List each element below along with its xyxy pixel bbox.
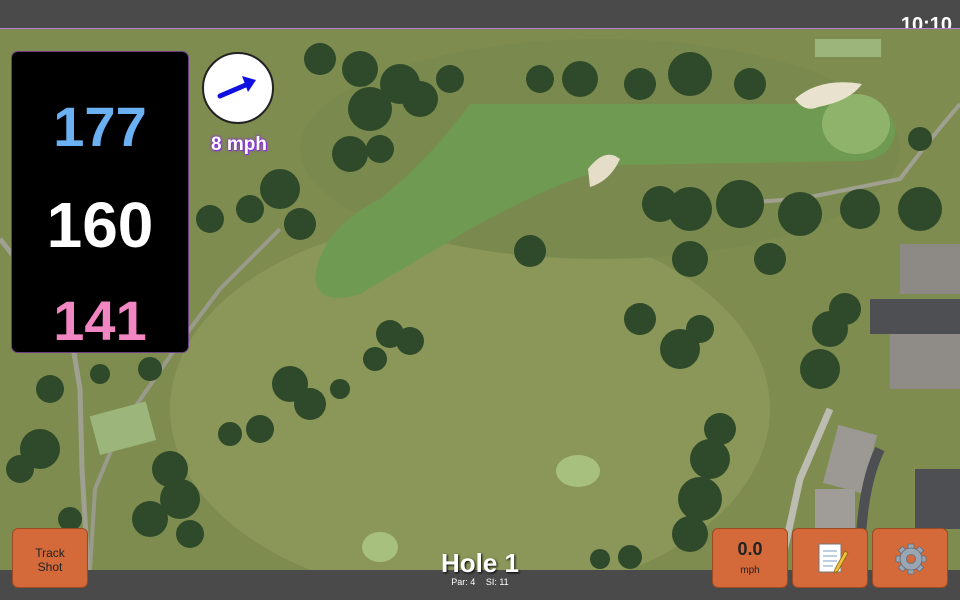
hole-title: Hole 1: [440, 548, 520, 578]
notepad-icon: [818, 543, 849, 574]
course-map[interactable]: 177 160 141 8 mph: [0, 28, 960, 571]
track-shot-button[interactable]: Track Shot: [12, 528, 88, 588]
middle-distance: 160: [46, 189, 154, 261]
track-shot-label-line1: Track: [35, 546, 65, 560]
settings-button[interactable]: [872, 528, 948, 588]
wind-indicator[interactable]: [202, 52, 274, 124]
back-distance: 177: [53, 95, 147, 158]
notes-button[interactable]: [792, 528, 868, 588]
front-distance: 141: [53, 289, 147, 352]
distance-panel[interactable]: 177 160 141: [12, 52, 188, 352]
hole-par: Par: 4: [451, 577, 476, 587]
hole-info: Par: 4 SI: 11: [380, 577, 580, 587]
speed-unit: mph: [740, 565, 760, 576]
speed-value: 0.0: [737, 539, 763, 559]
hole-stroke-index: SI: 11: [485, 577, 509, 587]
wind-arrow-icon: [217, 76, 256, 99]
wind-speed: 8 mph: [211, 134, 267, 155]
status-bar: 10:10: [0, 0, 960, 36]
gear-icon: [895, 543, 927, 575]
track-shot-label-line2: Shot: [37, 560, 63, 574]
speed-button[interactable]: 0.0 mph: [712, 528, 788, 588]
